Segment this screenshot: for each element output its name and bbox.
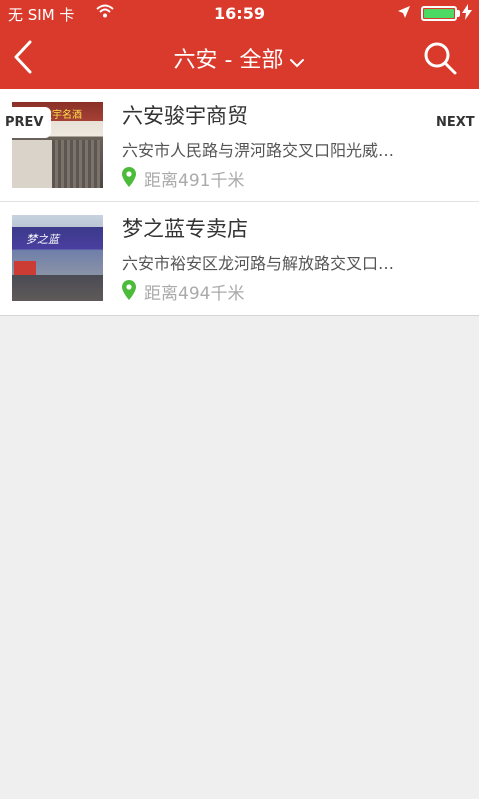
- location-pin-icon: [122, 167, 136, 187]
- store-list-item[interactable]: 骏宇名酒 六安骏宇商贸 六安市人民路与淠河路交叉口阳光威… 距离491千米: [0, 89, 479, 202]
- store-photo: 梦之蓝: [12, 215, 103, 301]
- store-list-item[interactable]: 梦之蓝 梦之蓝专卖店 六安市裕安区龙河路与解放路交叉口… 距离494千米: [0, 202, 479, 315]
- store-name: 六安骏宇商贸: [122, 104, 248, 128]
- battery-icon: [421, 6, 457, 21]
- battery-tip: [457, 10, 460, 17]
- chevron-down-icon: [289, 49, 305, 74]
- store-address: 六安市裕安区龙河路与解放路交叉口…: [122, 254, 395, 273]
- search-button[interactable]: [422, 40, 458, 76]
- store-photo-sign: 梦之蓝: [26, 233, 59, 246]
- next-button[interactable]: NEXT: [436, 115, 475, 130]
- search-icon: [424, 42, 457, 75]
- location-pin-icon: [122, 280, 136, 300]
- charging-icon: [462, 4, 472, 24]
- store-distance: 距离494千米: [144, 284, 245, 304]
- store-list: 骏宇名酒 六安骏宇商贸 六安市人民路与淠河路交叉口阳光威… 距离491千米 梦之…: [0, 89, 479, 316]
- location-arrow-icon: [397, 5, 411, 23]
- page-title: 六安 - 全部: [173, 48, 284, 73]
- store-distance: 距离491千米: [144, 171, 245, 191]
- store-name: 梦之蓝专卖店: [122, 217, 248, 241]
- city-category-dropdown[interactable]: 六安 - 全部: [0, 42, 479, 74]
- store-address: 六安市人民路与淠河路交叉口阳光威…: [122, 141, 395, 160]
- nav-bar: 六安 - 全部: [0, 28, 479, 89]
- prev-button[interactable]: PREV: [0, 107, 51, 138]
- status-bar: 无 SIM 卡 16:59: [0, 0, 479, 28]
- top-bar: 无 SIM 卡 16:59 六安 - 全部: [0, 0, 479, 89]
